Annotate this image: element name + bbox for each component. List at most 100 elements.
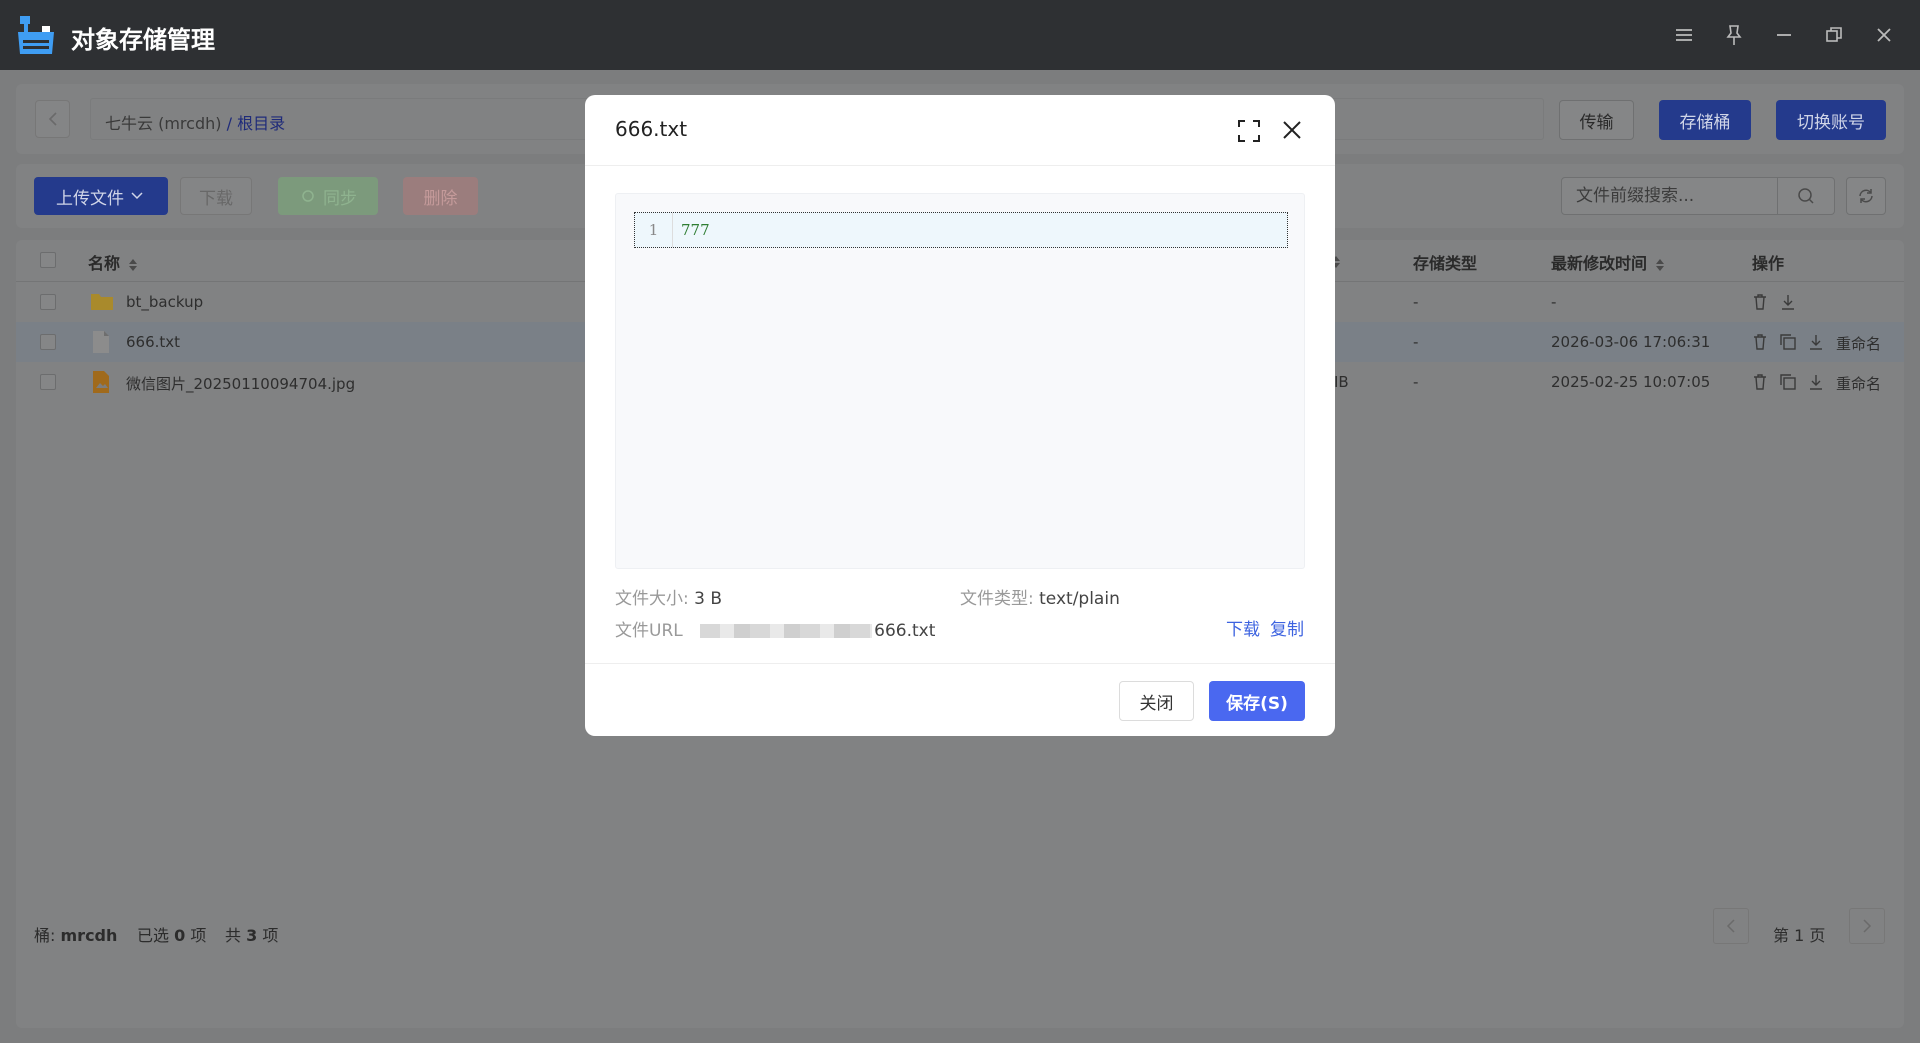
file-type-label: 文件类型: [960, 589, 1034, 609]
dialog-header-divider [585, 165, 1335, 166]
folder-icon [91, 294, 113, 310]
restore-icon[interactable] [1821, 22, 1847, 48]
file-url-label: 文件URL [615, 621, 683, 641]
upload-button[interactable]: 上传文件 [34, 177, 168, 215]
search-icon [1798, 188, 1814, 204]
text-file-icon [93, 331, 109, 353]
prev-page-button[interactable] [1713, 908, 1749, 944]
chevron-left-icon [48, 112, 57, 126]
file-name[interactable]: bt_backup [126, 293, 203, 311]
header-name[interactable]: 名称 [88, 250, 140, 274]
fullscreen-icon[interactable] [1237, 119, 1261, 143]
dialog-footer-divider [585, 663, 1335, 664]
file-size-label: 文件大小: [615, 589, 689, 609]
file-name[interactable]: 666.txt [126, 333, 180, 351]
selected-count: 0 [174, 926, 186, 945]
download-icon[interactable] [1778, 292, 1798, 312]
download-link[interactable]: 下载 [1226, 615, 1260, 640]
refresh-icon [1859, 189, 1873, 203]
close-button[interactable]: 关闭 [1119, 681, 1194, 721]
sync-button[interactable]: 同步 [278, 177, 378, 215]
line-number: 1 [635, 213, 673, 247]
footer-card [16, 972, 1904, 1028]
app-logo-icon [18, 16, 54, 54]
total-post: 项 [262, 926, 279, 945]
selected-pre: 已选 [137, 926, 170, 945]
row-checkbox[interactable] [40, 374, 56, 390]
modified-time: - [1551, 293, 1557, 311]
modified-time: 2026-03-06 17:06:31 [1551, 333, 1711, 351]
storage-type: - [1413, 373, 1419, 391]
next-page-button[interactable] [1849, 908, 1885, 944]
header-actions: 操作 [1752, 254, 1785, 273]
rename-link[interactable]: 重命名 [1836, 373, 1881, 394]
search-button[interactable] [1777, 177, 1835, 215]
file-size: 文件大小: 3 B [615, 584, 722, 609]
header-modified[interactable]: 最新修改时间 [1551, 250, 1667, 274]
file-preview-dialog: 666.txt 1 777 文件大小: 3 B 文件类型: text/plain… [585, 95, 1335, 736]
delete-button[interactable]: 删除 [403, 177, 478, 215]
footer-bucket: 桶: mrcdh [34, 922, 117, 946]
delete-icon[interactable] [1750, 292, 1770, 312]
copy-icon[interactable] [1778, 332, 1798, 352]
transfer-button[interactable]: 传输 [1559, 100, 1634, 140]
app-title: 对象存储管理 [71, 26, 215, 54]
header-modified-label: 最新修改时间 [1551, 254, 1648, 273]
menu-icon[interactable] [1671, 22, 1697, 48]
copy-link[interactable]: 复制 [1270, 615, 1304, 640]
image-file-icon [93, 371, 109, 393]
dialog-title: 666.txt [615, 117, 688, 141]
delete-icon[interactable] [1750, 372, 1770, 392]
close-window-icon[interactable] [1871, 22, 1897, 48]
page-indicator: 第 1 页 [1773, 926, 1826, 945]
switch-account-button[interactable]: 切换账号 [1776, 100, 1886, 140]
url-redacted [700, 624, 873, 638]
back-button[interactable] [35, 100, 70, 138]
sort-icon [1655, 258, 1664, 271]
bucket-value: mrcdh [60, 926, 118, 945]
download-icon[interactable] [1806, 372, 1826, 392]
chevron-left-icon [1726, 919, 1735, 933]
close-dialog-icon[interactable] [1281, 119, 1303, 141]
storage-type: - [1413, 333, 1419, 351]
footer-total: 共 3 项 [225, 922, 278, 946]
select-all-checkbox[interactable] [40, 252, 56, 268]
delete-icon[interactable] [1750, 332, 1770, 352]
save-button[interactable]: 保存(S) [1209, 681, 1305, 721]
file-name[interactable]: 微信图片_20250110094704.jpg [126, 373, 355, 394]
selected-post: 项 [190, 926, 207, 945]
upload-label: 上传文件 [56, 188, 124, 209]
row-checkbox[interactable] [40, 334, 56, 350]
sync-label: 同步 [323, 188, 357, 209]
sort-icon [128, 258, 137, 271]
header-name-label: 名称 [88, 254, 121, 273]
chevron-right-icon [1863, 919, 1872, 933]
download-icon[interactable] [1806, 332, 1826, 352]
total-count: 3 [246, 926, 258, 945]
code-editor[interactable]: 1 777 [615, 193, 1305, 569]
bucket-label: 桶: [34, 926, 56, 945]
file-type: 文件类型: text/plain [960, 584, 1120, 609]
file-url: 文件URL 666.txt [615, 616, 935, 641]
title-bar: 对象存储管理 [0, 0, 1920, 70]
total-pre: 共 [225, 926, 242, 945]
editor-content[interactable]: 777 [681, 213, 710, 247]
download-button[interactable]: 下载 [180, 177, 252, 215]
header-storage-type: 存储类型 [1413, 254, 1478, 273]
modified-time: 2025-02-25 10:07:05 [1551, 373, 1711, 391]
editor-active-line[interactable]: 1 777 [634, 212, 1288, 248]
footer-selected: 已选 0 项 [137, 922, 206, 946]
file-size-partial: IB [1334, 373, 1349, 391]
search-input[interactable]: 文件前缀搜索... [1561, 177, 1778, 215]
bucket-button[interactable]: 存储桶 [1659, 100, 1751, 140]
file-type-value: text/plain [1039, 589, 1120, 609]
chevron-down-icon [131, 192, 143, 200]
row-checkbox[interactable] [40, 294, 56, 310]
copy-icon[interactable] [1778, 372, 1798, 392]
file-size-value: 3 B [694, 589, 723, 609]
rename-link[interactable]: 重命名 [1836, 333, 1881, 354]
refresh-button[interactable] [1846, 177, 1886, 215]
sync-icon [302, 190, 314, 202]
minimize-icon[interactable] [1771, 22, 1797, 48]
pin-icon[interactable] [1721, 22, 1747, 48]
